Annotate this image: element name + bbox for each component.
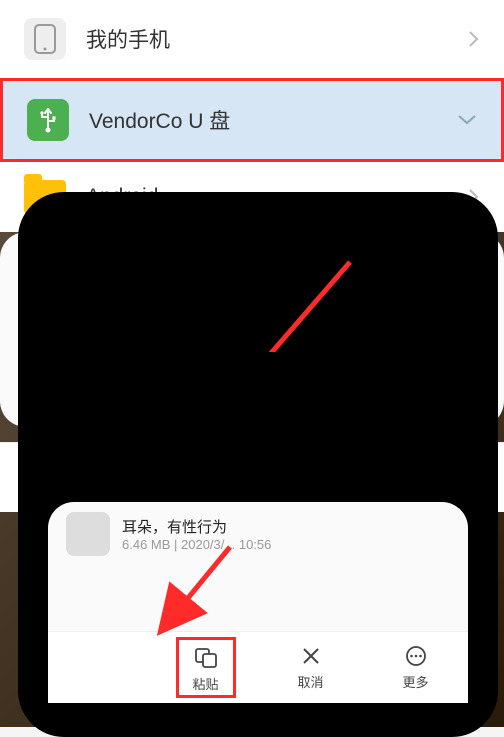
storage-row-phone[interactable]: 我的手机 <box>0 0 504 78</box>
chevron-right-icon <box>468 30 480 48</box>
file-name: 耳朵，有性行为 <box>122 516 271 537</box>
cancel-button[interactable]: 取消 <box>281 644 341 691</box>
action-toolbar: 粘贴 取消 更多 <box>48 631 468 703</box>
more-button[interactable]: 更多 <box>386 644 446 691</box>
file-meta: 6.46 MB | 2020/3/... 10:56 <box>122 537 271 552</box>
phone-screen: 耳朵，有性行为 6.46 MB | 2020/3/... 10:56 粘贴 取消… <box>48 502 468 703</box>
photo-section-paste: 耳朵，有性行为 6.46 MB | 2020/3/... 10:56 粘贴 取消… <box>0 512 504 727</box>
storage-label-phone: 我的手机 <box>86 24 468 54</box>
more-icon <box>405 644 427 668</box>
usb-icon <box>27 99 69 141</box>
phone-icon <box>24 18 66 60</box>
storage-row-usb[interactable]: VendorCo U 盘 <box>0 78 504 162</box>
paste-button[interactable]: 粘贴 <box>176 637 236 698</box>
storage-label-usb: VendorCo U 盘 <box>89 105 457 135</box>
chevron-down-icon <box>457 114 477 126</box>
file-thumbnail <box>66 512 110 556</box>
paste-icon <box>194 646 218 670</box>
close-icon <box>301 644 321 668</box>
file-row[interactable]: 耳朵，有性行为 6.46 MB | 2020/3/... 10:56 <box>66 512 450 556</box>
